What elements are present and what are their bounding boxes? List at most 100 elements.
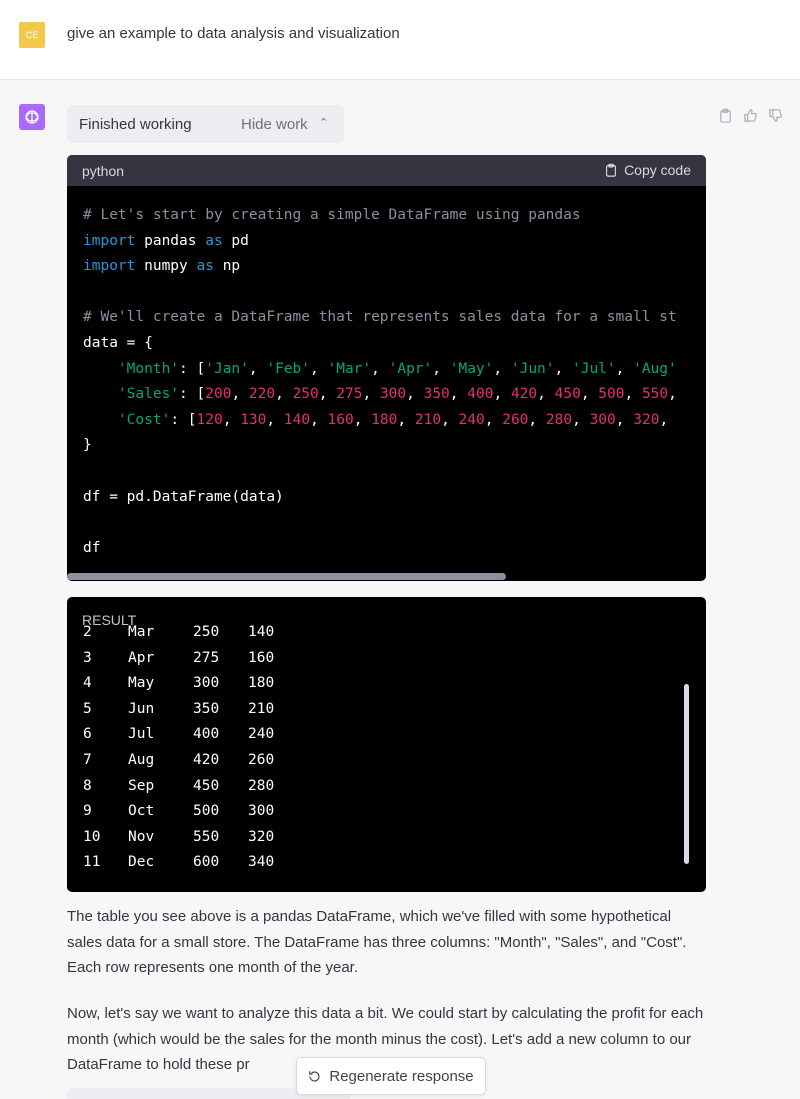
- code-token: ,: [449, 386, 468, 403]
- code-token: ,: [624, 386, 642, 403]
- code-token: ,: [493, 360, 511, 377]
- code-token: ,: [406, 386, 424, 403]
- result-cell: May: [128, 675, 155, 692]
- code-token: 420: [510, 386, 538, 403]
- result-cell: 600: [193, 854, 220, 871]
- code-line: }: [83, 433, 677, 459]
- code-token: : [: [170, 411, 197, 428]
- code-token: 550: [641, 386, 669, 403]
- code-token: 160: [327, 411, 354, 428]
- regenerate-response-button[interactable]: Regenerate response: [296, 1057, 486, 1095]
- code-token: 'Mar': [327, 360, 372, 377]
- code-line: df: [83, 536, 677, 562]
- clipboard-icon[interactable]: [718, 108, 733, 123]
- result-block: RESULT 2 Mar 250 140 3 Apr 275 160 4 May 300 180 5 Ju…: [67, 597, 706, 892]
- code-token: 120: [196, 411, 223, 428]
- code-token: 180: [371, 411, 398, 428]
- code-token: 130: [240, 411, 267, 428]
- openai-logo-icon: [25, 110, 39, 124]
- copy-code-button[interactable]: Copy code: [604, 162, 691, 178]
- code-token: 'May': [449, 360, 494, 377]
- code-token: as: [196, 258, 214, 275]
- code-token: 300: [589, 411, 616, 428]
- result-cell: Aug: [128, 751, 155, 768]
- code-token: # We'll create a DataFrame that represen…: [83, 309, 677, 326]
- code-token: ,: [275, 386, 293, 403]
- code-token: 200: [205, 386, 232, 403]
- result-cell: 180: [248, 675, 275, 692]
- result-cell: 260: [248, 751, 275, 768]
- result-cell: 11: [83, 854, 101, 871]
- code-token: ,: [659, 411, 669, 428]
- code-token: ,: [615, 411, 634, 428]
- code-token: ,: [572, 411, 590, 428]
- code-token: ,: [266, 411, 284, 428]
- code-token: ,: [248, 360, 267, 377]
- code-token: ,: [432, 360, 450, 377]
- chevron-up-icon[interactable]: ⌃: [319, 116, 328, 129]
- code-token: 300: [379, 386, 407, 403]
- code-token: ,: [484, 411, 503, 428]
- code-line: 'Cost': [120, 130, 140, 160, 180, 210, 2…: [83, 408, 677, 434]
- code-token: 220: [248, 386, 276, 403]
- result-cell: Jun: [128, 700, 155, 717]
- result-cell: 6: [83, 726, 92, 743]
- code-token: ,: [554, 360, 572, 377]
- code-token: import: [83, 232, 136, 249]
- result-cell: 550: [193, 828, 220, 845]
- refresh-icon: [309, 1070, 320, 1082]
- code-content: # Let's start by creating a simple DataF…: [83, 203, 677, 561]
- code-token: ,: [231, 386, 249, 403]
- thumbs-up-icon[interactable]: [743, 108, 758, 123]
- code-token: ,: [310, 360, 328, 377]
- result-cell: 450: [193, 777, 220, 794]
- code-token: ,: [353, 411, 372, 428]
- code-token: ,: [371, 360, 389, 377]
- work-status-text: Finished working: [79, 116, 192, 133]
- result-cell: 300: [248, 803, 275, 820]
- code-token: ,: [318, 386, 337, 403]
- clipboard-icon: [606, 163, 617, 177]
- code-token: # Let's start by creating a simple DataF…: [83, 207, 581, 223]
- code-token: 'Aug': [633, 360, 677, 377]
- code-token: 280: [545, 411, 573, 428]
- copy-code-label: Copy code: [624, 162, 691, 178]
- result-cell: 5: [83, 700, 92, 717]
- result-cell: 320: [248, 828, 275, 845]
- work-status-pill: Finished working Hide work ⌃: [67, 105, 344, 143]
- code-token: ,: [615, 360, 634, 377]
- code-token: 'Apr': [388, 360, 433, 377]
- code-token: 240: [458, 411, 485, 428]
- code-token: 'Cost': [117, 411, 171, 428]
- code-token: 350: [423, 386, 450, 403]
- code-token: 500: [598, 386, 625, 403]
- result-cell: 250: [193, 624, 220, 640]
- code-token: 400: [467, 386, 494, 403]
- code-line: 'Month': ['Jan', 'Feb', 'Mar', 'Apr', 'M…: [83, 357, 677, 383]
- code-token: ,: [397, 411, 415, 428]
- result-cell: Apr: [128, 649, 155, 666]
- code-token: 140: [283, 411, 311, 428]
- result-cell: 210: [248, 700, 275, 717]
- user-avatar: CE: [19, 22, 45, 48]
- result-cell: 3: [83, 649, 92, 666]
- code-token: 260: [502, 411, 529, 428]
- vertical-scrollbar[interactable]: [684, 684, 689, 864]
- result-cell: 9: [83, 803, 92, 820]
- result-cell: 500: [193, 803, 220, 820]
- code-line: # Let's start by creating a simple DataF…: [83, 203, 677, 229]
- response-paragraph: The table you see above is a pandas Data…: [67, 908, 687, 977]
- result-cell: 160: [248, 649, 275, 666]
- result-cell: 240: [248, 726, 275, 743]
- hide-work-toggle[interactable]: Hide work: [241, 116, 308, 133]
- code-token: ,: [528, 411, 546, 428]
- horizontal-scrollbar[interactable]: [67, 573, 506, 580]
- code-token: 'Jul': [571, 360, 616, 377]
- user-message-text: give an example to data analysis and vis…: [67, 25, 400, 42]
- code-token: data = {: [83, 334, 153, 351]
- thumbs-down-icon[interactable]: [768, 108, 783, 123]
- code-token: 'Jan': [205, 360, 249, 377]
